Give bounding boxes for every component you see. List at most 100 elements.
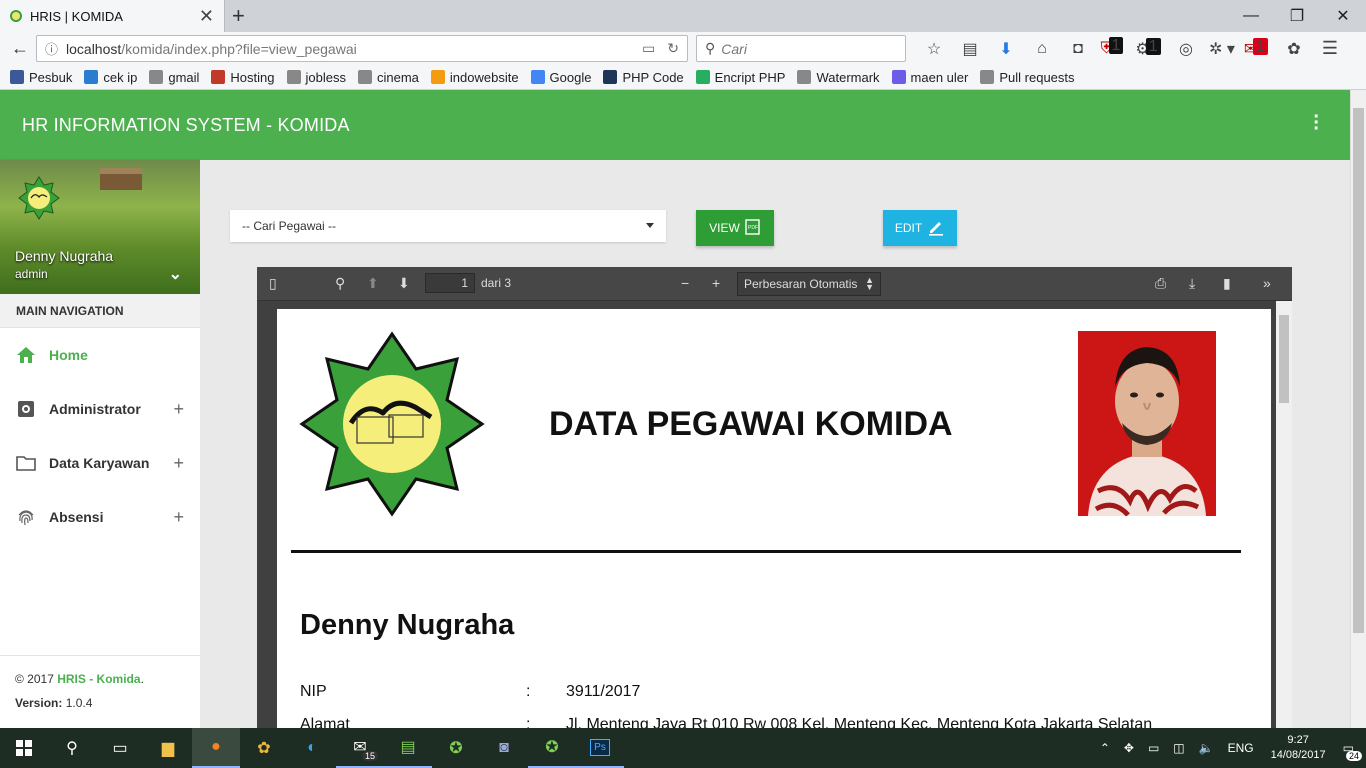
alert-icon[interactable]: ✉1 bbox=[1240, 37, 1276, 59]
sidebar-item-label: Data Karyawan bbox=[49, 455, 150, 471]
bookmark-item[interactable]: gmail bbox=[149, 70, 199, 85]
devtools-icon[interactable]: ✲ ▾ bbox=[1204, 39, 1240, 59]
menu-icon[interactable]: ☰ bbox=[1312, 38, 1348, 59]
folder-icon bbox=[16, 453, 36, 473]
action-center-icon[interactable]: ▭ 24 bbox=[1343, 741, 1362, 761]
task-view-icon[interactable]: ▭ bbox=[96, 728, 144, 768]
bookmark-item[interactable]: Pull requests bbox=[980, 70, 1075, 85]
tools-icon[interactable]: » bbox=[1263, 275, 1271, 291]
bookmark-item[interactable]: jobless bbox=[286, 70, 346, 85]
new-tab-icon[interactable]: + bbox=[232, 3, 245, 29]
download-icon[interactable]: ⬇ bbox=[988, 39, 1024, 59]
app-header: HR INFORMATION SYSTEM - KOMIDA · · · bbox=[0, 90, 1350, 160]
expand-plus-icon[interactable]: + bbox=[173, 399, 184, 420]
vpn-app-icon[interactable]: ◐ bbox=[288, 728, 336, 768]
version-label: Version: bbox=[15, 696, 63, 710]
browser-tab[interactable]: HRIS | KOMIDA ✕ bbox=[0, 0, 225, 32]
find-icon[interactable]: ⚲ bbox=[335, 275, 345, 292]
zoom-in-icon[interactable]: + bbox=[712, 275, 720, 291]
mail-icon[interactable]: ✉ 15 bbox=[336, 728, 384, 768]
edit-button[interactable]: EDIT bbox=[883, 210, 957, 246]
photoshop-icon[interactable]: Ps bbox=[576, 728, 624, 768]
chevron-down-icon[interactable]: ⌄ bbox=[169, 264, 182, 284]
bookmark-label: Watermark bbox=[816, 69, 880, 85]
minimize-icon[interactable]: — bbox=[1228, 0, 1274, 32]
gecko-icon[interactable]: ✿ bbox=[1276, 39, 1312, 59]
library-icon[interactable]: ▤ bbox=[952, 39, 988, 59]
print-icon[interactable]: ⎙ bbox=[1155, 275, 1166, 292]
notepad-icon[interactable]: ▤ bbox=[384, 728, 432, 768]
browser-toolbar-icons: ☆ ▤ ⬇ ⌂ ◘ ⛨1 ⚙1 ◎ ✲ ▾ ✉1 ✿ ☰ bbox=[916, 32, 1348, 65]
version-value: 1.0.4 bbox=[65, 696, 93, 710]
notification-badge: 24 bbox=[1345, 751, 1362, 761]
bookmark-item[interactable]: Encript PHP bbox=[695, 70, 785, 85]
back-icon[interactable]: ← bbox=[6, 38, 34, 59]
bookmark-item[interactable]: indowebsite bbox=[430, 70, 519, 85]
android-studio-icon[interactable]: ✪ bbox=[432, 728, 480, 768]
pocket-icon[interactable]: ◘ bbox=[1060, 40, 1096, 58]
pet-app-icon[interactable]: ✿ bbox=[240, 728, 288, 768]
sidebar-item-absensi[interactable]: Absensi + bbox=[0, 490, 200, 544]
bookmark-item[interactable]: Pesbuk bbox=[10, 70, 72, 85]
android-icon[interactable]: ✪ bbox=[528, 728, 576, 768]
zoom-out-icon[interactable]: − bbox=[681, 275, 689, 291]
sidebar-item-home[interactable]: Home bbox=[0, 328, 200, 382]
window-controls: — ❐ ✕ bbox=[1228, 0, 1366, 32]
system-tray: ⌃ ✥ ▭ ◫ 🔈 ENG 9:27 14/08/2017 ▭ 24 bbox=[1093, 728, 1366, 768]
bookmark-item[interactable]: Google bbox=[530, 70, 591, 85]
sidebar-item-administrator[interactable]: Administrator + bbox=[0, 382, 200, 436]
network-icon[interactable]: ◫ bbox=[1173, 741, 1184, 755]
info-icon[interactable]: ⓘ bbox=[45, 39, 58, 58]
cortana-search-icon[interactable]: ⚲ bbox=[48, 728, 96, 768]
dropbox-icon[interactable]: ✥ bbox=[1124, 741, 1134, 755]
view-button[interactable]: VIEW PDF bbox=[696, 210, 774, 246]
close-tab-icon[interactable]: ✕ bbox=[199, 6, 214, 27]
ublock-icon[interactable]: ⛨1 bbox=[1096, 36, 1132, 58]
pdf-scrollbar[interactable] bbox=[1276, 301, 1292, 728]
bookmark-item[interactable]: Watermark bbox=[797, 69, 880, 85]
bookmark-item[interactable]: cek ip bbox=[84, 70, 137, 85]
bookmark-icon[interactable]: ▮ bbox=[1223, 275, 1231, 292]
show-hidden-icon[interactable]: ⌃ bbox=[1100, 741, 1110, 755]
bookmark-item[interactable]: maen uler bbox=[891, 70, 968, 85]
previous-page-icon[interactable]: ⬆ bbox=[367, 275, 379, 292]
header-divider bbox=[291, 550, 1241, 553]
start-button[interactable] bbox=[0, 728, 48, 768]
page-scrollbar[interactable] bbox=[1350, 90, 1366, 728]
employee-select[interactable]: -- Cari Pegawai -- bbox=[230, 210, 666, 242]
zoom-select[interactable]: Perbesaran Otomatis ▲ ▼ bbox=[737, 272, 881, 296]
extension-icon[interactable]: ⚙1 bbox=[1132, 37, 1168, 59]
updown-icon: ▲ ▼ bbox=[865, 275, 874, 292]
next-page-icon[interactable]: ⬇ bbox=[398, 275, 410, 292]
browser-tab-bar: HRIS | KOMIDA ✕ + — ❐ ✕ bbox=[0, 0, 1366, 32]
save-icon[interactable]: ⤓ bbox=[1189, 275, 1195, 292]
sync-icon[interactable]: ◎ bbox=[1168, 39, 1204, 59]
language-indicator[interactable]: ENG bbox=[1228, 741, 1254, 755]
reader-view-icon[interactable]: ▭ bbox=[642, 40, 655, 57]
mail-badge: 15 bbox=[361, 751, 378, 761]
search-input[interactable]: ⚲ Cari bbox=[696, 35, 906, 62]
firefox-icon[interactable]: ● bbox=[192, 728, 240, 768]
app-window-icon[interactable]: ◙ bbox=[480, 728, 528, 768]
url-bar[interactable]: ⓘ localhost/komida/index.php?file=view_p… bbox=[36, 35, 688, 62]
clock[interactable]: 9:27 14/08/2017 bbox=[1271, 733, 1326, 763]
close-window-icon[interactable]: ✕ bbox=[1320, 0, 1366, 32]
restore-icon[interactable]: ❐ bbox=[1274, 0, 1320, 32]
expand-plus-icon[interactable]: + bbox=[173, 507, 184, 528]
more-vert-icon[interactable]: · · · bbox=[1313, 107, 1320, 139]
avatar[interactable] bbox=[17, 176, 61, 220]
sidebar-item-data-karyawan[interactable]: Data Karyawan + bbox=[0, 436, 200, 490]
reload-icon[interactable]: ↻ bbox=[667, 40, 679, 57]
bookmark-item[interactable]: cinema bbox=[357, 70, 419, 85]
file-explorer-icon[interactable]: ▆ bbox=[144, 728, 192, 768]
home-browser-icon[interactable]: ⌂ bbox=[1024, 40, 1060, 58]
sidebar-toggle-icon[interactable]: ▯ bbox=[269, 275, 277, 292]
page-number-input[interactable]: 1 bbox=[425, 273, 475, 293]
battery-icon[interactable]: ▭ bbox=[1148, 741, 1159, 755]
volume-icon[interactable]: 🔈 bbox=[1199, 741, 1214, 755]
expand-plus-icon[interactable]: + bbox=[173, 453, 184, 474]
bookmark-item[interactable]: Hosting bbox=[211, 70, 275, 85]
bookmark-star-icon[interactable]: ☆ bbox=[916, 39, 952, 59]
footer-brand-link[interactable]: HRIS - Komida bbox=[57, 672, 140, 686]
bookmark-item[interactable]: PHP Code bbox=[603, 70, 684, 85]
